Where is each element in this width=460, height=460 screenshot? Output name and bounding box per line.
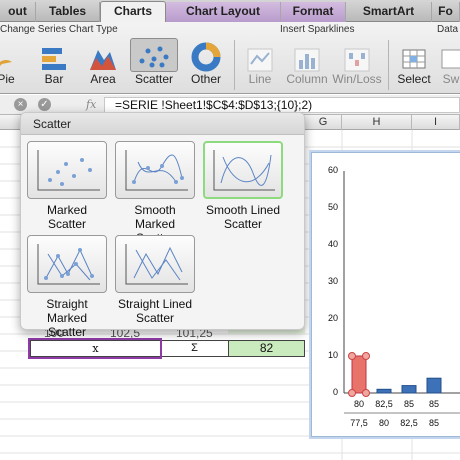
x-category-label: 77,5	[350, 418, 368, 428]
pie-chart-icon	[0, 38, 18, 72]
x-category-label: 85	[403, 399, 414, 409]
option-label: Marked Scatter	[46, 203, 87, 231]
straight-lined-scatter-thumbnail	[115, 235, 195, 293]
total-value-cell[interactable]: 82	[229, 341, 304, 356]
sparkline-column-button[interactable]: Column	[284, 38, 330, 94]
selection-handle[interactable]	[348, 389, 356, 397]
switch-label: Sw	[442, 72, 460, 86]
marked-scatter-option[interactable]: Marked Scatter	[27, 141, 107, 231]
doughnut-chart-icon	[184, 38, 228, 72]
selection-handle[interactable]	[362, 389, 370, 397]
smooth-lined-scatter-thumbnail	[203, 141, 283, 199]
select-data-icon	[394, 38, 434, 72]
other-label: Other	[190, 72, 221, 86]
x-category-label: 85	[428, 418, 439, 428]
sparkline-line-icon	[242, 38, 278, 72]
y-tick-label: 30	[327, 276, 338, 286]
other-chart-button[interactable]: Other	[184, 38, 228, 94]
tab-smartart[interactable]: SmartArt	[346, 2, 432, 22]
selection-handle[interactable]	[362, 352, 370, 360]
marked-scatter-thumbnail	[27, 141, 107, 199]
area-label: Area	[90, 72, 116, 86]
tab-format[interactable]: Format	[281, 2, 346, 22]
y-tick-label: 60	[327, 165, 338, 175]
scatter-chart-button[interactable]: Scatter	[130, 38, 178, 94]
ribbon-divider	[234, 40, 235, 90]
select-label: Select	[397, 72, 431, 86]
y-tick-label: 20	[327, 313, 338, 323]
confirm-icon[interactable]: ✓	[38, 98, 51, 111]
winloss-label: Win/Loss	[332, 72, 382, 86]
popup-title: Scatter	[21, 113, 304, 135]
chart-bar[interactable]	[376, 388, 392, 394]
tab-formulas[interactable]: Fo	[432, 2, 460, 22]
sparkline-winloss-icon	[332, 38, 382, 72]
chart-bar[interactable]	[401, 385, 417, 394]
bar-chart-icon	[34, 38, 74, 72]
column-header-g[interactable]: G	[305, 115, 342, 130]
x-category-label: 85	[428, 399, 439, 409]
scatter-chart-icon	[130, 38, 178, 72]
column-label: Column	[286, 72, 328, 86]
line-label: Line	[248, 72, 272, 86]
x-category-label: 80	[378, 418, 389, 428]
tab-layout[interactable]: out	[0, 2, 36, 22]
chart-bar[interactable]	[351, 355, 367, 394]
smooth-marked-scatter-option[interactable]: Smooth Marked Scatter	[115, 141, 195, 245]
cancel-icon[interactable]: ×	[14, 98, 27, 111]
option-label: Smooth Lined Scatter	[205, 203, 281, 231]
embedded-bar-chart[interactable]: 60 50 40 30 20 10 0 80 77,5 82,5 80 85 82,5 85 85	[311, 152, 460, 437]
straight-marked-scatter-thumbnail	[27, 235, 107, 293]
switch-plot-icon	[438, 38, 460, 72]
sparkline-column-icon	[284, 38, 330, 72]
switch-plot-button[interactable]: Sw	[438, 38, 460, 94]
scatter-label: Scatter	[134, 72, 173, 86]
y-tick-label: 0	[332, 387, 338, 397]
smooth-marked-scatter-thumbnail	[115, 141, 195, 199]
bar-label: Bar	[44, 72, 64, 86]
straight-marked-scatter-option[interactable]: Straight Marked Scatter	[27, 235, 107, 339]
area-chart-icon	[82, 38, 124, 72]
range-selection-marker	[28, 338, 162, 359]
y-tick-label: 40	[327, 239, 338, 249]
group-label-data: Data	[437, 24, 459, 35]
sigma-cell[interactable]: Σ	[161, 341, 229, 356]
ribbon: Change Series Chart Type Insert Sparklin…	[0, 22, 460, 94]
tab-charts[interactable]: Charts	[100, 1, 166, 23]
sparkline-line-button[interactable]: Line	[242, 38, 278, 94]
smooth-lined-scatter-option[interactable]: Smooth Lined Scatter	[203, 141, 283, 231]
column-header-h[interactable]: H	[342, 115, 412, 130]
pie-label: Pie	[0, 72, 15, 86]
pie-chart-button[interactable]: Pie	[0, 38, 18, 94]
select-data-button[interactable]: Select	[394, 38, 434, 94]
formula-input[interactable]: =SERIE !Sheet1!$C$4:$D$13;{10};2)	[104, 97, 460, 113]
scatter-gallery-popup: Scatter Marked Scatter Smooth Marked Sca…	[20, 112, 305, 339]
option-label: Straight Marked Scatter	[46, 297, 88, 339]
group-label-sparklines: Insert Sparklines	[280, 24, 355, 35]
y-tick-label: 50	[327, 202, 338, 212]
chart-bar[interactable]	[426, 377, 442, 394]
function-icon[interactable]: fx	[86, 98, 96, 111]
ribbon-divider	[388, 40, 389, 90]
tab-chart-layout[interactable]: Chart Layout	[166, 2, 281, 22]
option-label: Straight Lined Scatter	[117, 297, 193, 325]
tab-tables[interactable]: Tables	[36, 2, 100, 22]
selection-handle[interactable]	[348, 352, 356, 360]
x-category-label: 82,5	[400, 418, 418, 428]
bar-chart-button[interactable]: Bar	[34, 38, 74, 94]
group-label-change-type: Change Series Chart Type	[0, 24, 118, 35]
ribbon-tab-bar: out Tables Charts Chart Layout Format Sm…	[0, 0, 460, 23]
area-chart-button[interactable]: Area	[82, 38, 124, 94]
straight-lined-scatter-option[interactable]: Straight Lined Scatter	[115, 235, 195, 325]
x-category-label: 80	[353, 399, 364, 409]
column-header-i[interactable]: I	[412, 115, 460, 130]
sparkline-winloss-button[interactable]: Win/Loss	[332, 38, 382, 94]
x-category-label: 82,5	[375, 399, 393, 409]
y-tick-label: 10	[327, 350, 338, 360]
